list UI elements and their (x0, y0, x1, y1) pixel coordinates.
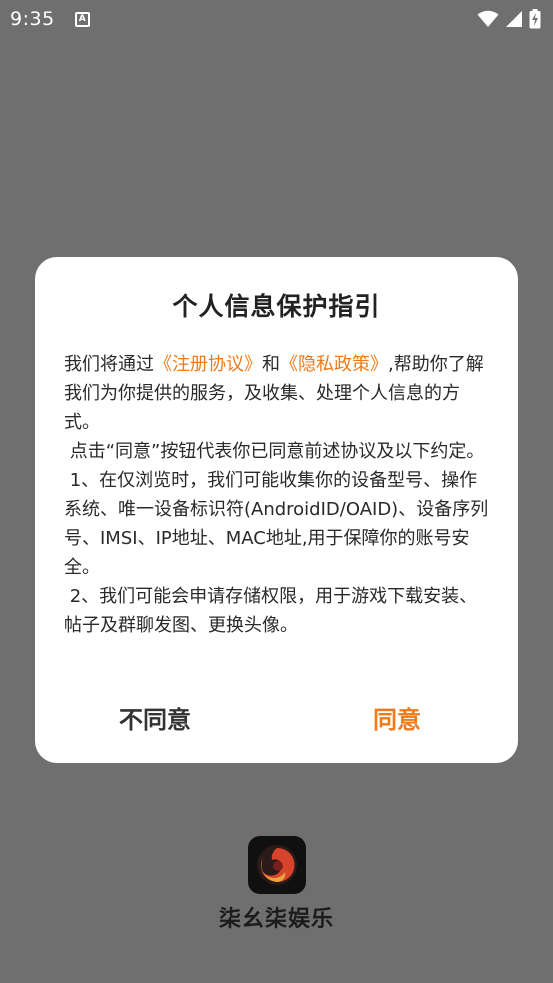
paragraph-consent: 点击“同意”按钮代表你已同意前述协议及以下约定。 (64, 441, 485, 462)
intro-text-pre: 我们将通过 (64, 354, 154, 375)
paragraph-clause-2: 2、我们可能会申请存储权限，用于游戏下载安装、帖子及群聊发图、更换头像。 (64, 586, 478, 636)
dialog-title: 个人信息保护指引 (172, 292, 381, 321)
notification-icon: A (74, 11, 90, 27)
privacy-policy-link[interactable]: 《隐私政策》 (280, 354, 388, 375)
intro-text-mid: 和 (262, 354, 280, 375)
disagree-button[interactable]: 不同意 (55, 687, 255, 747)
dialog-actions: 不同意 同意 (35, 687, 518, 747)
wifi-icon (477, 10, 499, 27)
battery-charging-icon (529, 9, 541, 29)
privacy-dialog: 个人信息保护指引 我们将通过《注册协议》和《隐私政策》,帮助你了解我们为你提供的… (35, 257, 518, 763)
cellular-signal-icon (506, 11, 522, 27)
status-icons (477, 9, 541, 29)
paragraph-clause-1: 1、在仅浏览时，我们可能收集你的设备型号、操作系统、唯一设备标识符(Androi… (64, 470, 489, 578)
app-name: 柒幺柒娱乐 (218, 907, 334, 932)
agree-button[interactable]: 同意 (297, 687, 497, 747)
paragraph-intro: 我们将通过《注册协议》和《隐私政策》,帮助你了解我们为你提供的服务，及收集、处理… (64, 350, 494, 437)
status-time: 9:35 (10, 8, 55, 30)
dialog-body-scroll[interactable]: 我们将通过《注册协议》和《隐私政策》,帮助你了解我们为你提供的服务，及收集、处理… (64, 350, 494, 646)
app-logo-icon (248, 836, 306, 894)
register-agreement-link[interactable]: 《注册协议》 (154, 354, 262, 375)
status-bar: 9:35 A (0, 0, 553, 38)
